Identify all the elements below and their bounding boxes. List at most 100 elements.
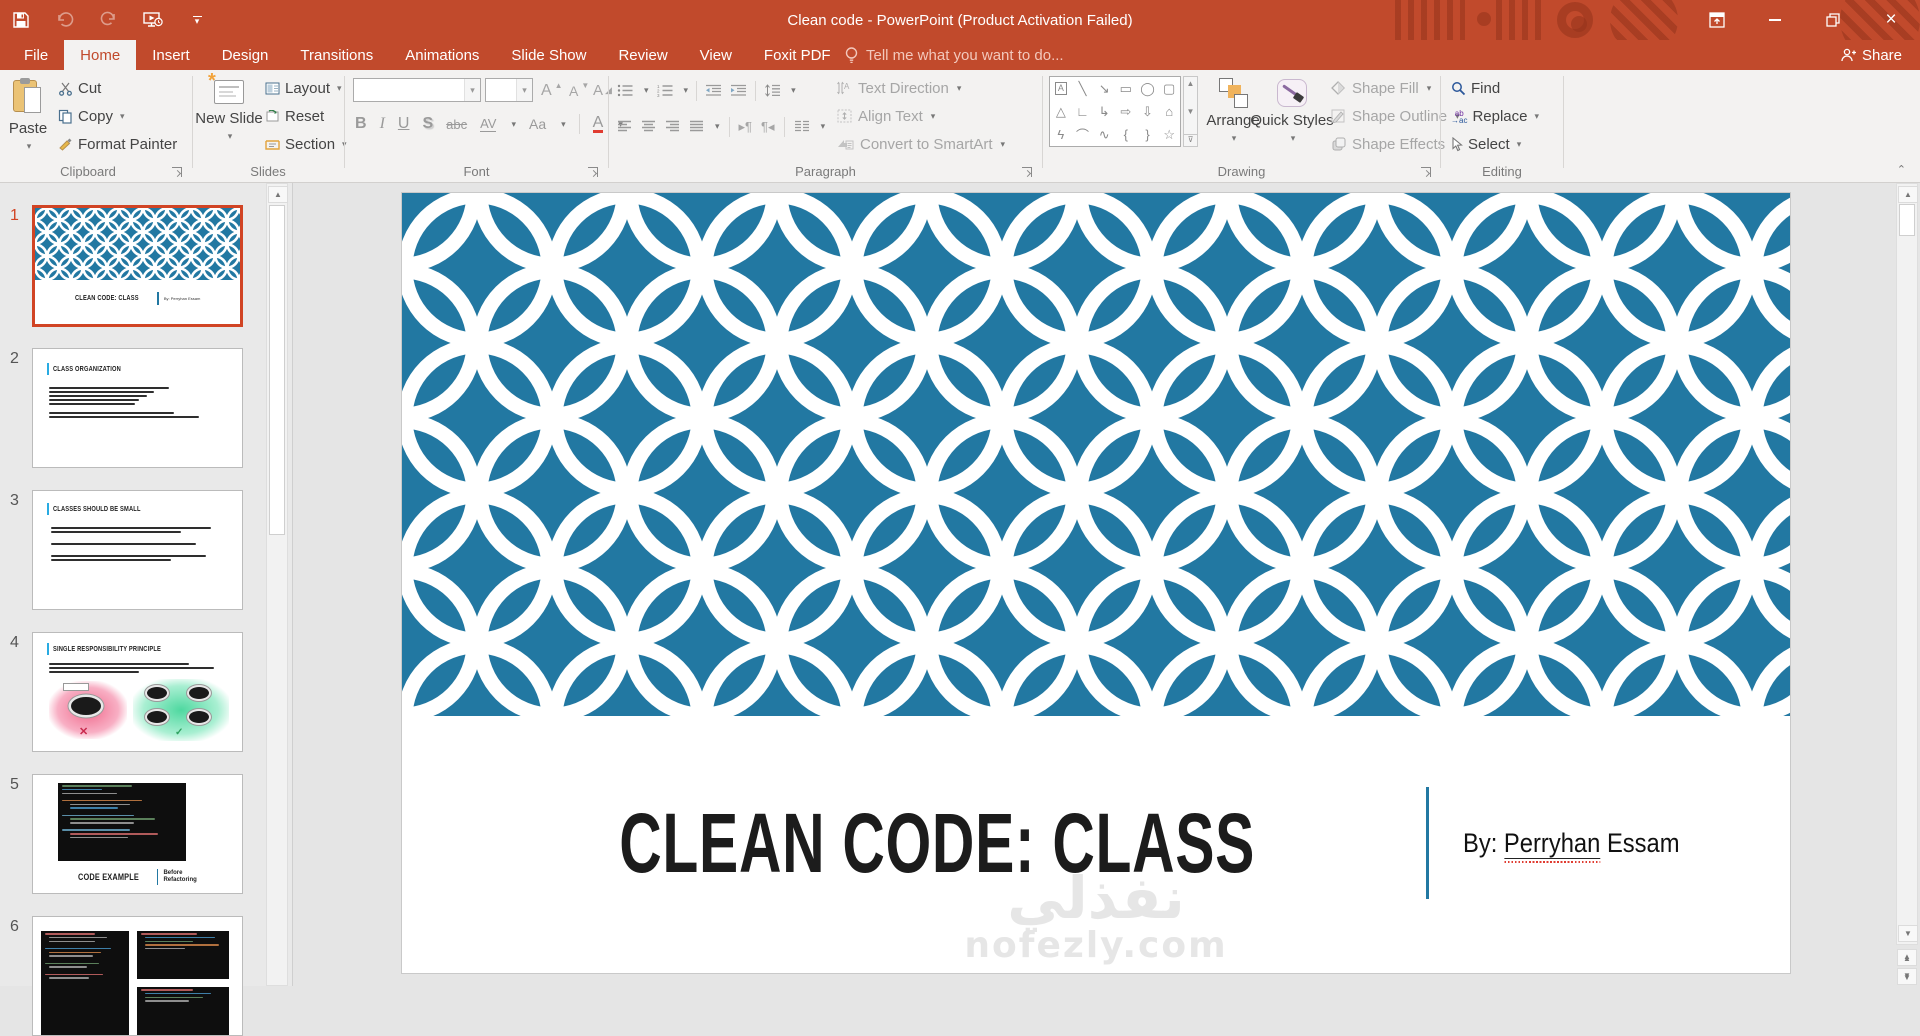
paragraph-dialog-launcher-icon[interactable] [1022,167,1032,177]
layout-button[interactable]: Layout ▾ [265,76,342,101]
slide-thumbnail-2[interactable]: CLASS ORGANIZATION [32,348,243,468]
font-size-combo[interactable]: ▾ [485,78,533,102]
tell-me-box[interactable]: Tell me what you want to do... [845,40,1064,70]
share-button[interactable]: Share [1830,40,1912,70]
numbering-icon[interactable]: 123 [657,84,674,97]
shape-arc-icon[interactable]: ⌒ [1076,125,1089,144]
convert-smartart-dropdown[interactable]: ▾ [1001,139,1006,150]
next-slide-button[interactable]: ▼▼ [1897,968,1917,985]
drawing-dialog-launcher-icon[interactable] [1421,167,1431,177]
increase-indent-icon[interactable] [730,84,747,97]
shrink-font-button[interactable]: A▼ [569,78,589,103]
quick-styles-button[interactable]: Quick Styles ▾ [1263,72,1321,156]
copy-dropdown[interactable]: ▾ [120,111,125,122]
character-spacing-button[interactable]: AV [480,116,496,132]
tab-insert[interactable]: Insert [136,40,206,70]
font-color-button[interactable]: A [593,115,604,133]
canvas-scroll-up-icon[interactable]: ▲ [1898,186,1918,203]
select-button[interactable]: Select ▾ [1451,132,1521,157]
text-direction-button[interactable]: A Text Direction ▾ [837,76,961,100]
previous-slide-button[interactable]: ▲▲ [1897,949,1917,966]
align-text-dropdown[interactable]: ▾ [931,111,936,122]
format-painter-button[interactable]: Format Painter [58,132,177,157]
canvas-scrollbar-thumb[interactable] [1899,204,1915,236]
bullets-icon[interactable] [617,84,634,97]
paste-dropdown[interactable]: ▾ [27,141,32,152]
font-size-dropdown-icon[interactable]: ▾ [516,79,532,101]
line-spacing-dropdown[interactable]: ▾ [791,85,796,96]
tab-design[interactable]: Design [206,40,285,70]
align-text-button[interactable]: Align Text ▾ [837,104,935,128]
font-name-combo[interactable]: ▾ [353,78,481,102]
slide-thumbnail-3[interactable]: CLASSES SHOULD BE SMALL [32,490,243,610]
shape-line-arrow-icon[interactable]: ↘ [1099,81,1110,97]
undo-icon[interactable] [54,9,76,31]
clipboard-dialog-launcher-icon[interactable] [172,167,182,177]
gallery-scroll-down-icon[interactable]: ▼ [1187,107,1195,116]
shape-star-icon[interactable]: ☆ [1163,127,1175,143]
bold-button[interactable]: B [355,115,367,133]
font-dialog-launcher-icon[interactable] [588,167,598,177]
italic-button[interactable]: I [380,115,385,133]
shape-gallery-scrollbar[interactable]: ▲ ▼ ⊽ [1183,76,1198,147]
replace-dropdown[interactable]: ▾ [1535,111,1540,122]
tab-foxit-pdf[interactable]: Foxit PDF [748,40,847,70]
copy-button[interactable]: Copy ▾ [58,104,125,129]
thumbnail-scroll-up-icon[interactable]: ▲ [268,186,288,203]
new-slide-button[interactable]: * New Slide ▾ [201,72,257,156]
shape-gallery[interactable]: A╲↘▭◯▢△∟↳⇨⇩⌂ϟ⌒∿{}☆ [1049,76,1181,147]
shape-down-arrow-icon[interactable]: ⇩ [1142,104,1153,120]
gallery-more-icon[interactable]: ⊽ [1184,134,1197,144]
shape-triangle-icon[interactable]: △ [1056,104,1066,120]
justify-dropdown[interactable]: ▾ [715,121,720,132]
section-button[interactable]: Section ▾ [265,132,347,157]
tab-transitions[interactable]: Transitions [284,40,389,70]
character-spacing-dropdown[interactable]: ▾ [511,119,516,130]
find-button[interactable]: Find [1451,76,1500,101]
change-case-button[interactable]: Aa [529,116,546,132]
tab-review[interactable]: Review [602,40,683,70]
shape-rectangle-icon[interactable]: ▭ [1120,81,1132,97]
shape-effects-button[interactable]: Shape Effects ▾ [1331,132,1458,156]
strikethrough-button[interactable]: abc [446,117,467,132]
numbering-dropdown[interactable]: ▾ [684,85,689,96]
replace-button[interactable]: ab→ac Replace ▾ [1451,104,1539,129]
start-from-beginning-icon[interactable] [142,9,164,31]
slide-canvas[interactable]: CLEAN CODE: CLASS By: Perryhan Essam نفذ… [402,193,1790,973]
restore-button[interactable] [1804,0,1862,40]
shape-right-arrow-icon[interactable]: ⇨ [1120,104,1131,120]
underline-button[interactable]: U [398,115,410,133]
slide-thumbnail-5[interactable]: CODE EXAMPLE Before Refactoring [32,774,243,894]
shape-fill-dropdown[interactable]: ▾ [1427,83,1432,94]
tab-file[interactable]: File [8,40,64,70]
customize-qat-icon[interactable]: ▾ [186,9,208,31]
ribbon-display-options-icon[interactable] [1688,0,1746,40]
canvas-scroll-down-icon[interactable]: ▼ [1898,925,1918,942]
bullets-dropdown[interactable]: ▾ [644,85,649,96]
minimize-button[interactable] [1746,0,1804,40]
thumbnail-scrollbar-thumb[interactable] [269,205,285,535]
shape-fill-button[interactable]: Shape Fill ▾ [1331,76,1431,100]
align-right-icon[interactable] [665,120,680,133]
close-button[interactable]: × [1862,0,1920,40]
text-direction-dropdown[interactable]: ▾ [957,83,962,94]
slide-thumbnail-1[interactable]: CLEAN CODE: CLASS By: Perryhan Essam [32,205,243,327]
shape-line-icon[interactable]: ╲ [1079,81,1087,97]
select-dropdown[interactable]: ▾ [1517,139,1522,150]
new-slide-dropdown[interactable]: ▾ [228,131,233,142]
collapse-ribbon-icon[interactable]: ⌃ [1897,163,1906,176]
shape-rounded-rectangle-icon[interactable]: ▢ [1163,81,1175,97]
save-icon[interactable] [10,9,32,31]
layout-dropdown[interactable]: ▾ [337,83,342,94]
gallery-scroll-up-icon[interactable]: ▲ [1187,79,1195,88]
redo-icon[interactable] [98,9,120,31]
slide-thumbnail-6[interactable] [32,916,243,1036]
shape-elbow-arrow-connector-icon[interactable]: ↳ [1099,104,1110,120]
columns-icon[interactable] [794,120,810,133]
change-case-dropdown[interactable]: ▾ [561,119,566,130]
shape-text-box-icon[interactable]: A [1055,82,1067,95]
slide-byline[interactable]: By: Perryhan Essam [1463,828,1680,859]
cut-button[interactable]: Cut [58,76,101,101]
shape-scribble-icon[interactable]: ϟ [1057,127,1064,142]
tab-home[interactable]: Home [64,40,136,70]
